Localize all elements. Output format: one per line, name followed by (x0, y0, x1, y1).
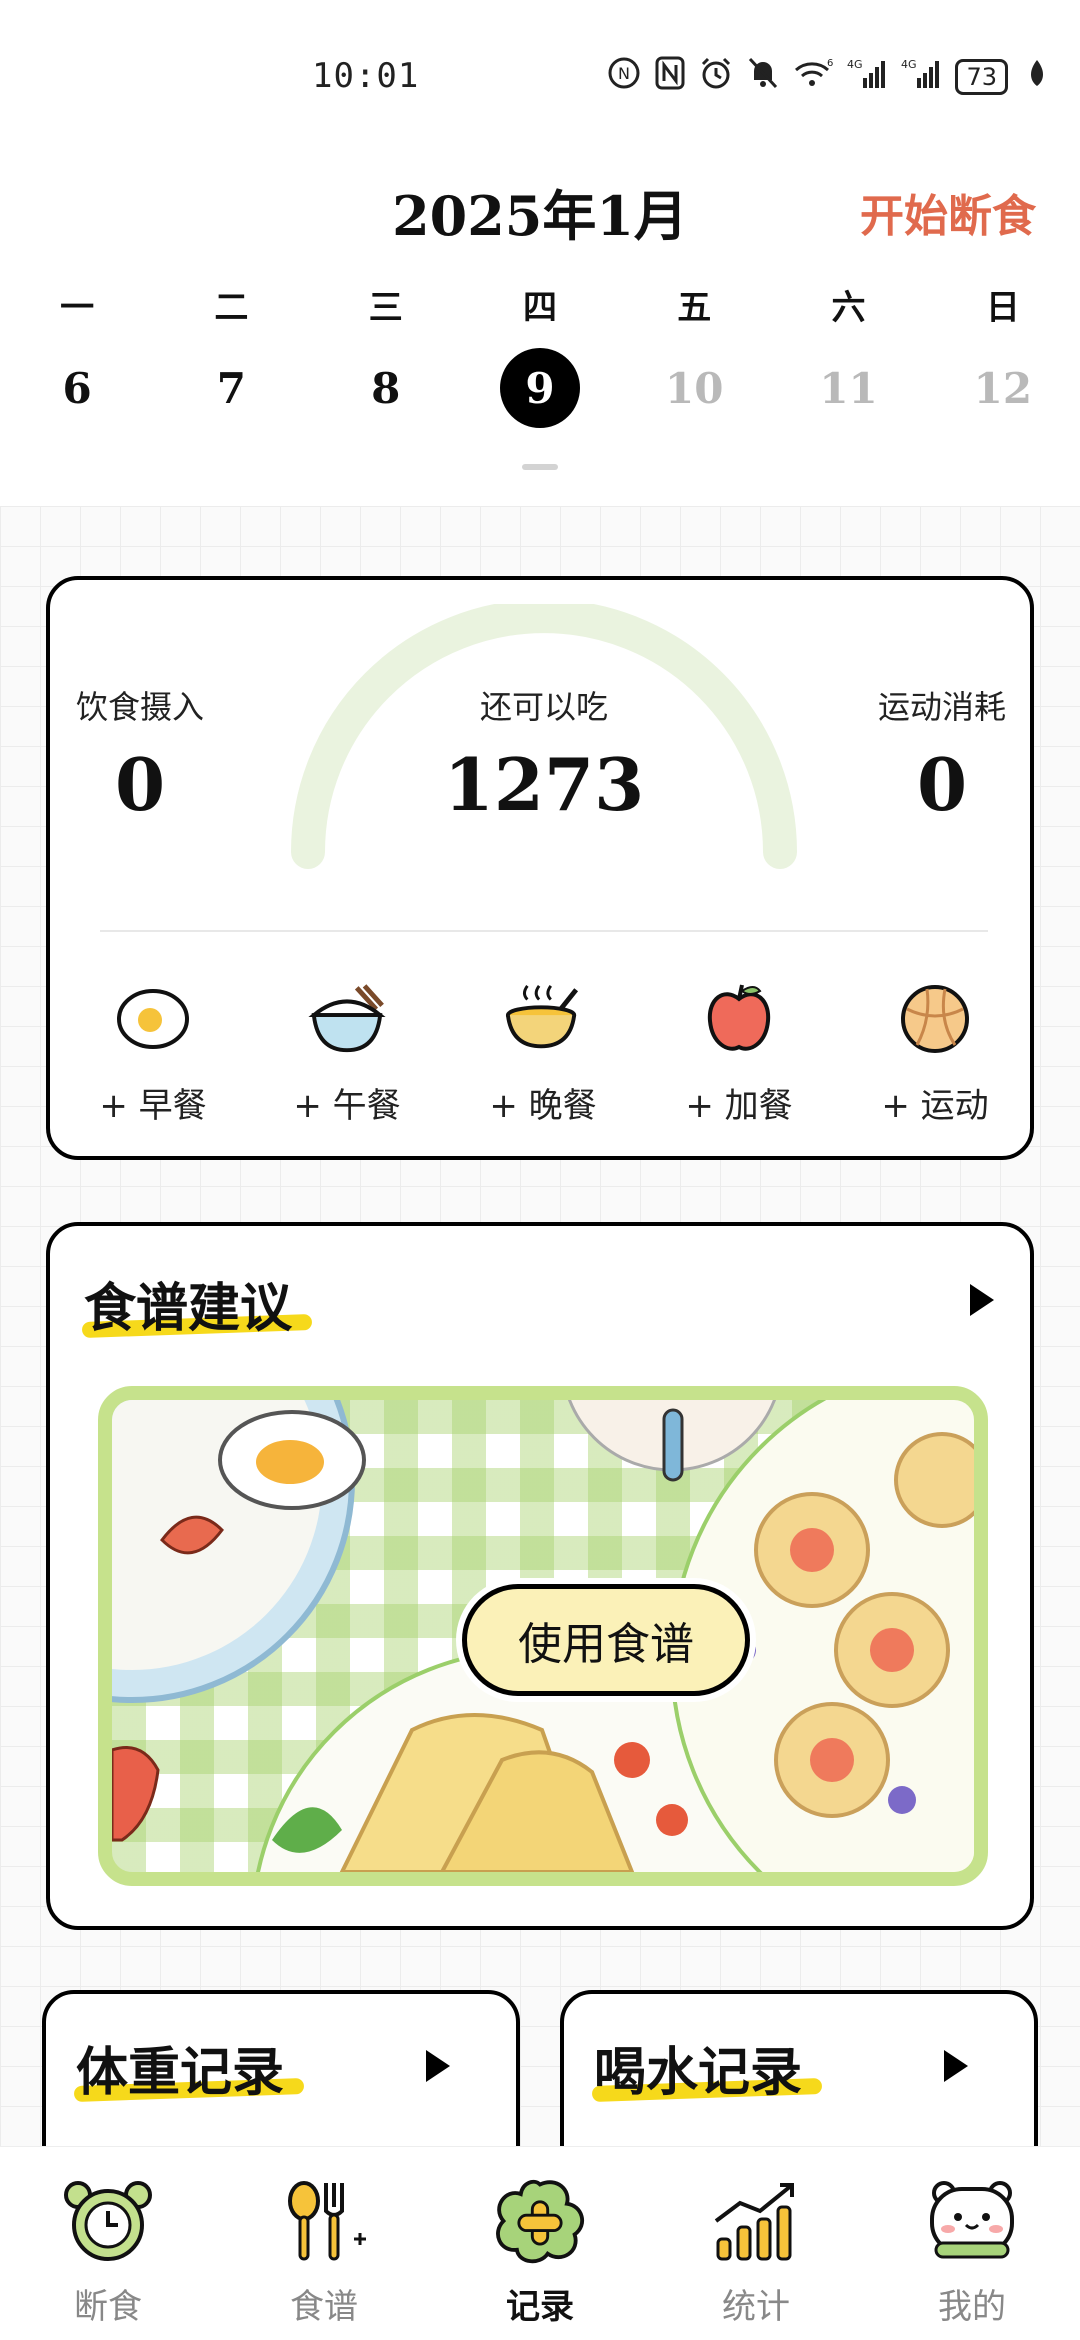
divider (100, 930, 988, 932)
date-item[interactable]: 11 (809, 348, 889, 428)
wifi-6-icon: 6 (793, 56, 834, 98)
remaining-label: 还可以吃 (479, 688, 608, 726)
add-snack-button[interactable]: + 加餐 (664, 980, 814, 1127)
svg-text:6: 6 (827, 58, 833, 69)
burn-value: 0 (916, 742, 968, 827)
start-fasting-button[interactable]: 开始断食 (860, 180, 1036, 244)
status-time: 10:01 (312, 56, 420, 96)
weekday-label: 一 (60, 288, 95, 328)
signal-4g-icon: 4G (847, 56, 887, 98)
rice-bowl-icon (308, 980, 386, 1058)
status-icons: N 6 4G 4G 73 (607, 56, 1052, 98)
bar-chart-icon (706, 2175, 806, 2267)
add-dinner-button[interactable]: + 晚餐 (468, 980, 618, 1127)
leaf-icon (1022, 58, 1052, 96)
add-exercise-button[interactable]: + 运动 (860, 980, 1010, 1127)
date-item[interactable]: 10 (654, 348, 734, 428)
water-title: 喝水记录 (594, 2042, 803, 2103)
spoon-fork-icon (274, 2175, 374, 2267)
burn-label: 运动消耗 (877, 688, 1006, 726)
date-item-selected[interactable]: 9 (499, 348, 580, 428)
use-recipe-button[interactable]: 使用食谱 (462, 1584, 750, 1696)
recipe-title: 食谱建议 (84, 1278, 293, 1339)
weight-arrow-icon[interactable] (426, 2050, 450, 2082)
nav-item-me[interactable]: 我的 (864, 2147, 1080, 2340)
soup-bowl-icon (504, 980, 582, 1058)
intake-label: 饮食摄入 (75, 688, 204, 726)
alarm-icon (699, 56, 733, 98)
weekday-label: 五 (677, 288, 712, 328)
weight-title: 体重记录 (76, 2042, 285, 2103)
svg-text:4G: 4G (847, 58, 863, 71)
recipe-card[interactable]: 食谱建议 使用食谱 (46, 1222, 1034, 1930)
add-lunch-button[interactable]: + 午餐 (272, 980, 422, 1127)
battery-indicator: 73 (955, 59, 1008, 95)
date-item[interactable]: 8 (346, 348, 426, 428)
recipe-illustration[interactable]: 使用食谱 (98, 1386, 988, 1886)
weekday-row: 一 二 三 四 五 六 日 (0, 280, 1080, 329)
nav-item-fasting[interactable]: 断食 (0, 2147, 216, 2340)
date-row: 6 7 8 9 10 11 12 (0, 348, 1080, 428)
apple-icon (700, 980, 778, 1058)
nav-item-stats[interactable]: 统计 (648, 2147, 864, 2340)
date-item[interactable]: 12 (963, 348, 1043, 428)
svg-text:N: N (618, 64, 630, 83)
date-item[interactable]: 6 (37, 348, 117, 428)
weekday-label: 日 (985, 288, 1020, 328)
svg-text:4G: 4G (901, 58, 917, 71)
weekday-label: 四 (522, 288, 557, 328)
remaining-value: 1273 (443, 742, 645, 827)
drag-handle[interactable] (522, 464, 558, 470)
mute-icon (747, 56, 779, 98)
nav-item-record[interactable]: 记录 (432, 2147, 648, 2340)
date-item[interactable]: 7 (191, 348, 271, 428)
bottom-nav: 断食 食谱 记录 统计 我的 (0, 2146, 1080, 2340)
intake-value: 0 (114, 742, 166, 827)
water-arrow-icon[interactable] (944, 2050, 968, 2082)
nfc-circle-icon: N (607, 56, 641, 98)
alarm-clock-icon (58, 2175, 158, 2267)
egg-icon (114, 980, 192, 1058)
recipe-arrow-icon[interactable] (970, 1284, 994, 1316)
weekday-label: 二 (214, 288, 249, 328)
calorie-card: 饮食摄入 0 还可以吃 1273 运动消耗 0 + 早餐 + 午餐 + 晚餐 +… (46, 576, 1034, 1160)
basketball-icon (896, 980, 974, 1058)
bear-face-icon (922, 2175, 1022, 2267)
weekday-label: 六 (831, 288, 866, 328)
weekday-label: 三 (368, 288, 403, 328)
nav-item-recipes[interactable]: 食谱 (216, 2147, 432, 2340)
n-icon (655, 56, 685, 98)
add-breakfast-button[interactable]: + 早餐 (78, 980, 228, 1127)
plus-flower-icon (490, 2175, 590, 2267)
signal-4g-icon: 4G (901, 56, 941, 98)
